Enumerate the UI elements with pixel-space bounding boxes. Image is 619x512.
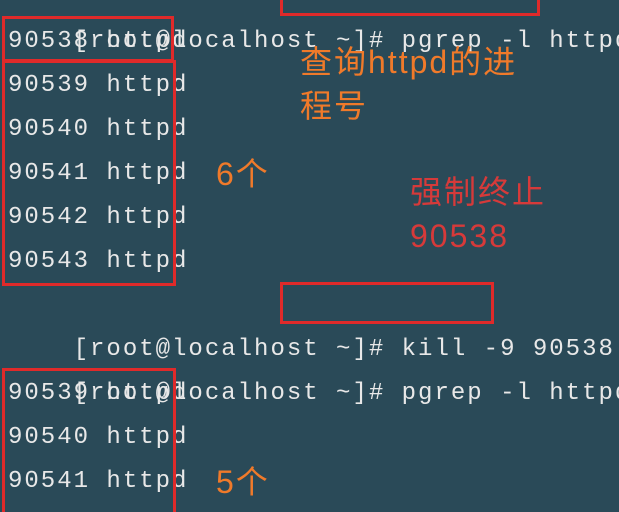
- annotation-query-line2: 程号: [300, 84, 368, 128]
- output-row: 90542 httpd: [8, 196, 188, 240]
- output-row: 90541 httpd: [8, 152, 188, 196]
- output-row: 90542 httpd: [8, 504, 188, 512]
- output-row: 90540 httpd: [8, 108, 188, 152]
- command-pgrep-2: pgrep -l httpd: [402, 380, 619, 407]
- annotation-kill-line1: 强制终止: [410, 170, 546, 214]
- annotation-count-second: 5个: [216, 460, 270, 504]
- annotation-count-first: 6个: [216, 152, 270, 196]
- output-row: 90543 httpd: [8, 240, 188, 284]
- annotation-query-line1: 查询httpd的进: [300, 40, 517, 84]
- annotation-kill-line2: 90538: [410, 214, 509, 258]
- terminal: [root@localhost ~]# pgrep -l httpd 90538…: [0, 0, 619, 512]
- output-row: 90538 httpd: [8, 20, 188, 64]
- output-row: 90539 httpd: [8, 372, 188, 416]
- output-row: 90539 httpd: [8, 64, 188, 108]
- output-row: 90541 httpd: [8, 460, 188, 504]
- output-row: 90540 httpd: [8, 416, 188, 460]
